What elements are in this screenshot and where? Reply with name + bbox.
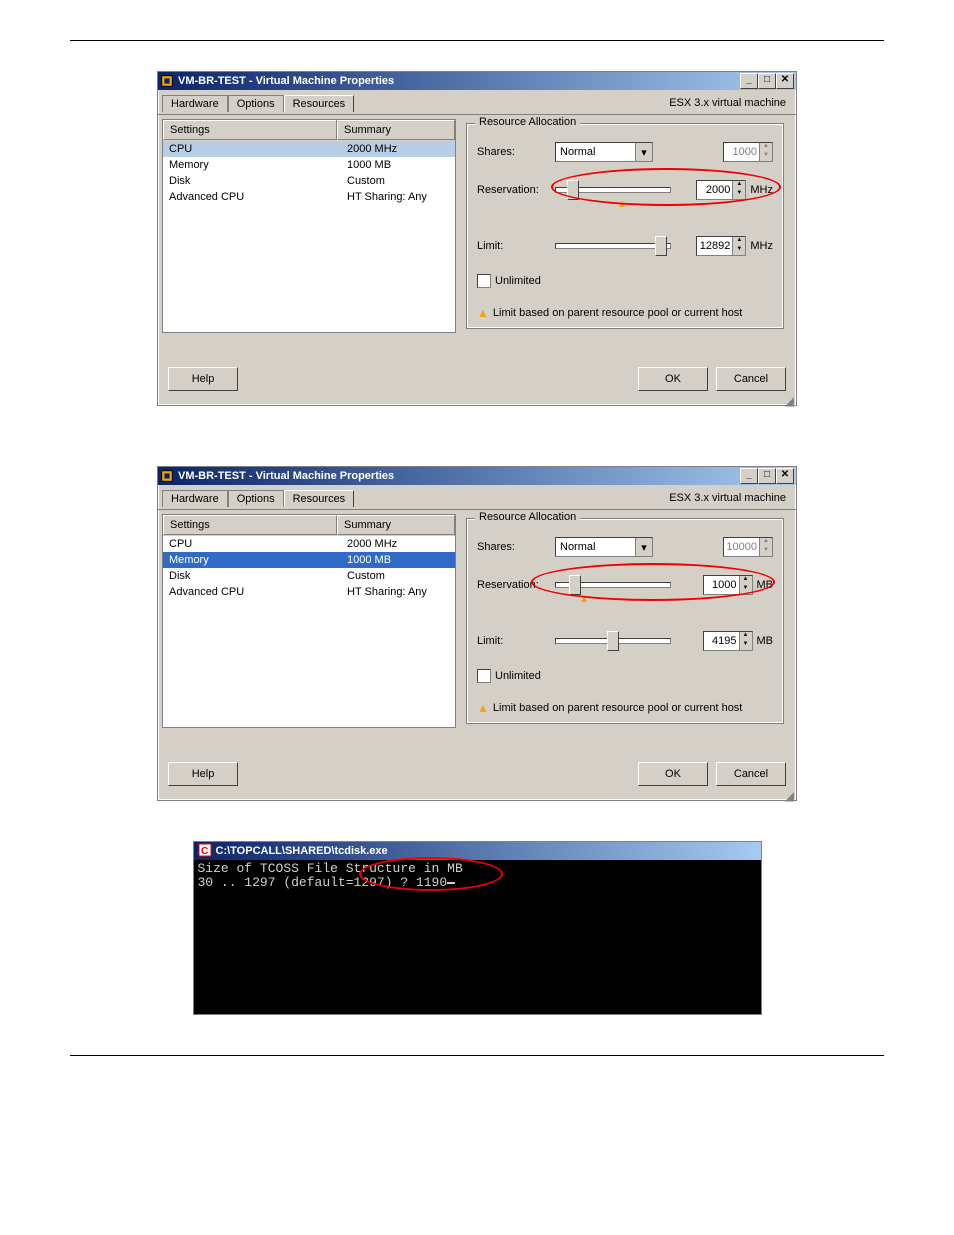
cancel-button[interactable]: Cancel <box>716 367 786 391</box>
limit-unit: MHz <box>750 240 773 252</box>
reservation-slider[interactable]: ▲ <box>555 571 671 599</box>
reservation-label: Reservation: <box>477 579 555 591</box>
tab-hardware[interactable]: Hardware <box>162 490 228 507</box>
resize-grip[interactable]: ◢ <box>158 397 796 405</box>
col-settings[interactable]: Settings <box>163 120 337 140</box>
resize-grip[interactable]: ◢ <box>158 792 796 800</box>
warning-icon: ▲ <box>477 701 489 715</box>
titlebar[interactable]: VM-BR-TEST - Virtual Machine Properties … <box>158 467 796 485</box>
chevron-down-icon[interactable]: ▾ <box>635 538 652 556</box>
vm-properties-dialog-cpu: VM-BR-TEST - Virtual Machine Properties … <box>157 71 797 406</box>
svg-text:C: C <box>201 846 208 857</box>
limit-spinner[interactable]: 12892 ▲▼ <box>696 236 746 256</box>
help-button[interactable]: Help <box>168 367 238 391</box>
reservation-spinner[interactable]: 2000 ▲▼ <box>696 180 746 200</box>
reservation-label: Reservation: <box>477 184 555 196</box>
shares-value-spinner: 10000 ▲▼ <box>723 537 773 557</box>
reservation-unit: MB <box>757 579 774 591</box>
limit-spinner[interactable]: 4195 ▲▼ <box>703 631 753 651</box>
limit-slider[interactable] <box>555 232 671 260</box>
maximize-button[interactable]: □ <box>758 73 776 89</box>
settings-row-memory[interactable]: Memory 1000 MB <box>163 157 455 173</box>
close-button[interactable]: ✕ <box>776 73 794 89</box>
bottom-divider <box>70 1055 884 1056</box>
reservation-slider[interactable]: ▲ <box>555 176 671 204</box>
vm-properties-dialog-memory: VM-BR-TEST - Virtual Machine Properties … <box>157 466 797 801</box>
shares-select[interactable]: Normal ▾ <box>555 142 653 162</box>
titlebar[interactable]: VM-BR-TEST - Virtual Machine Properties … <box>158 72 796 90</box>
console-titlebar[interactable]: C C:\TOPCALL\SHARED\tcdisk.exe <box>194 842 761 860</box>
warning-icon: ▲ <box>477 306 489 320</box>
unlimited-label: Unlimited <box>495 670 541 682</box>
tab-options[interactable]: Options <box>228 95 284 112</box>
app-icon <box>160 469 174 483</box>
reservation-unit: MHz <box>750 184 773 196</box>
settings-row-advanced-cpu[interactable]: Advanced CPU HT Sharing: Any <box>163 584 455 600</box>
esx-label: ESX 3.x virtual machine <box>669 97 792 109</box>
col-settings[interactable]: Settings <box>163 515 337 535</box>
limit-label: Limit: <box>477 240 555 252</box>
chevron-down-icon[interactable]: ▾ <box>635 143 652 161</box>
ok-button[interactable]: OK <box>638 367 708 391</box>
shares-label: Shares: <box>477 146 555 158</box>
window-title: VM-BR-TEST - Virtual Machine Properties <box>178 75 394 87</box>
console-title: C:\TOPCALL\SHARED\tcdisk.exe <box>216 845 388 857</box>
esx-label: ESX 3.x virtual machine <box>669 492 792 504</box>
shares-label: Shares: <box>477 541 555 553</box>
settings-row-advanced-cpu[interactable]: Advanced CPU HT Sharing: Any <box>163 189 455 205</box>
top-divider <box>70 40 884 41</box>
minimize-button[interactable]: _ <box>740 468 758 484</box>
console-line-2: 30 .. 1297 (default=1297) ? 1190 <box>198 875 448 890</box>
console-cursor <box>447 882 455 884</box>
limit-unit: MB <box>757 635 774 647</box>
app-icon <box>160 74 174 88</box>
tab-options[interactable]: Options <box>228 490 284 507</box>
unlimited-checkbox[interactable] <box>477 274 491 288</box>
tab-resources[interactable]: Resources <box>284 490 355 507</box>
limit-label: Limit: <box>477 635 555 647</box>
console-line-1: Size of TCOSS File Structure in MB <box>198 861 463 876</box>
help-button[interactable]: Help <box>168 762 238 786</box>
resource-allocation-group: Resource Allocation Shares: Normal ▾ 100… <box>466 123 784 329</box>
settings-row-disk[interactable]: Disk Custom <box>163 173 455 189</box>
settings-list[interactable]: Settings Summary CPU 2000 MHz Memory 100… <box>162 514 456 728</box>
limit-slider[interactable] <box>555 627 671 655</box>
col-summary[interactable]: Summary <box>337 515 455 535</box>
warning-marker-icon: ▲ <box>579 594 589 605</box>
tab-resources[interactable]: Resources <box>284 95 355 112</box>
resource-allocation-group: Resource Allocation Shares: Normal ▾ 100… <box>466 518 784 724</box>
settings-row-cpu[interactable]: CPU 2000 MHz <box>163 536 455 552</box>
console-icon: C <box>198 843 212 860</box>
maximize-button[interactable]: □ <box>758 468 776 484</box>
shares-value-spinner: 1000 ▲▼ <box>723 142 773 162</box>
close-button[interactable]: ✕ <box>776 468 794 484</box>
console-body[interactable]: Size of TCOSS File Structure in MB 30 ..… <box>194 860 761 1014</box>
minimize-button[interactable]: _ <box>740 73 758 89</box>
settings-row-cpu[interactable]: CPU 2000 MHz <box>163 141 455 157</box>
ok-button[interactable]: OK <box>638 762 708 786</box>
unlimited-checkbox[interactable] <box>477 669 491 683</box>
shares-select[interactable]: Normal ▾ <box>555 537 653 557</box>
col-summary[interactable]: Summary <box>337 120 455 140</box>
settings-list[interactable]: Settings Summary CPU 2000 MHz Memory 100… <box>162 119 456 333</box>
unlimited-label: Unlimited <box>495 275 541 287</box>
settings-row-memory[interactable]: Memory 1000 MB <box>163 552 455 568</box>
tab-hardware[interactable]: Hardware <box>162 95 228 112</box>
group-title: Resource Allocation <box>475 116 580 128</box>
reservation-spinner[interactable]: 1000 ▲▼ <box>703 575 753 595</box>
window-title: VM-BR-TEST - Virtual Machine Properties <box>178 470 394 482</box>
settings-row-disk[interactable]: Disk Custom <box>163 568 455 584</box>
cancel-button[interactable]: Cancel <box>716 762 786 786</box>
warn-text: Limit based on parent resource pool or c… <box>493 702 742 714</box>
group-title: Resource Allocation <box>475 511 580 523</box>
console-window: C C:\TOPCALL\SHARED\tcdisk.exe Size of T… <box>193 841 762 1015</box>
warn-text: Limit based on parent resource pool or c… <box>493 307 742 319</box>
warning-marker-icon: ▲ <box>617 199 627 210</box>
